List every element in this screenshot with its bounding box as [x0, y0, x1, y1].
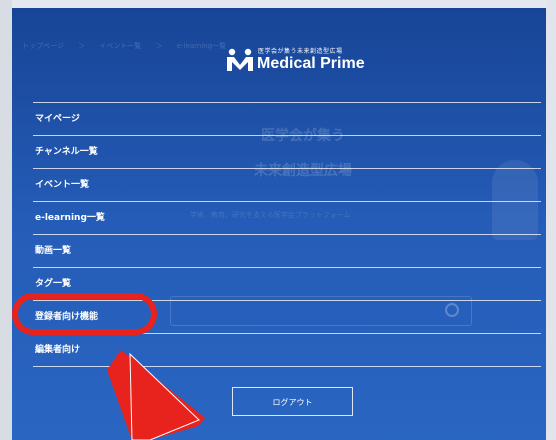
- logo-mark-icon: [227, 48, 253, 71]
- menu-item-channels[interactable]: チャンネル一覧: [33, 136, 541, 169]
- menu-item-editor[interactable]: 編集者向け: [33, 334, 541, 367]
- window-frame-top: [0, 0, 556, 8]
- site-logo[interactable]: 医学会が集う未来創造型広場 Medical Prime: [226, 46, 406, 74]
- highlight-oval: [12, 293, 157, 335]
- logout-button[interactable]: ログアウト: [232, 387, 353, 416]
- app-screen: トップページ ＞ イベント一覧 ＞ e-learning一覧 医学会が集う 未来…: [0, 0, 556, 440]
- logo-name: Medical Prime: [257, 55, 365, 72]
- window-frame-right: [546, 0, 556, 440]
- menu-item-elearning[interactable]: e-learning一覧: [33, 202, 541, 235]
- background-breadcrumb: トップページ ＞ イベント一覧 ＞ e-learning一覧: [22, 42, 227, 50]
- menu-item-mypage[interactable]: マイページ: [33, 103, 541, 136]
- window-frame-left: [0, 0, 12, 440]
- menu-item-events[interactable]: イベント一覧: [33, 169, 541, 202]
- logo-tagline: 医学会が集う未来創造型広場: [258, 48, 343, 55]
- menu-item-videos[interactable]: 動画一覧: [33, 235, 541, 268]
